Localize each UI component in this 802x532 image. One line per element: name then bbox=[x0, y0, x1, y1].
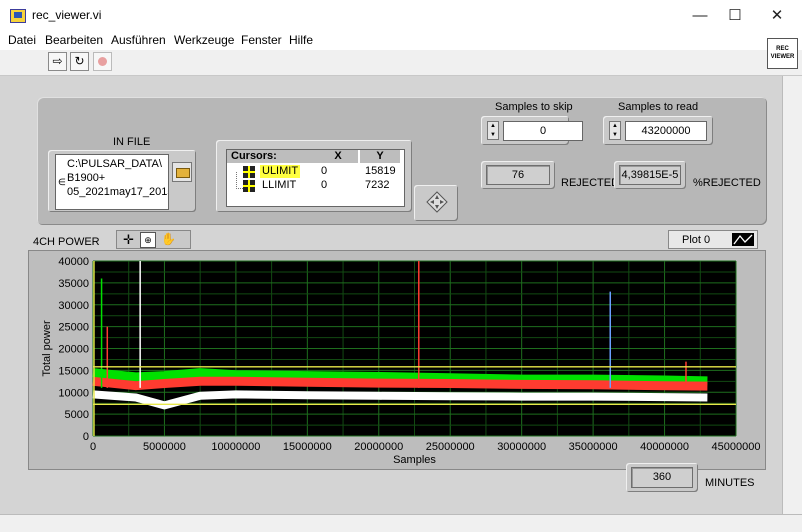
path-line-3: 05_2021may17_2015 bbox=[67, 186, 169, 198]
plot-legend[interactable]: Plot 0 bbox=[668, 230, 758, 249]
window-title: rec_viewer.vi bbox=[32, 8, 102, 22]
y-tick-label: 0 bbox=[83, 431, 89, 443]
y-tick-label: 15000 bbox=[58, 365, 89, 377]
y-tick-label: 20000 bbox=[58, 344, 89, 356]
cursor-header-x: X bbox=[318, 150, 358, 163]
pan-hand-icon[interactable]: ✋ bbox=[161, 232, 176, 246]
x-tick-label: 25000000 bbox=[426, 441, 475, 453]
cursor-row-llimit-x: 0 bbox=[321, 179, 328, 191]
minimize-button[interactable]: — bbox=[680, 4, 720, 28]
run-arrow-icon[interactable]: ⇨ bbox=[48, 52, 67, 71]
pct-rejected-indicator: 4,39815E-5 bbox=[619, 165, 681, 185]
y-axis-label: Total power bbox=[41, 320, 53, 377]
samples-to-read-label: Samples to read bbox=[618, 101, 699, 113]
minutes-label: MINUTES bbox=[705, 477, 755, 489]
cursor-row-ulimit-y: 15819 bbox=[365, 165, 396, 177]
samples-to-skip-increment-icon[interactable]: ▲ ▼ bbox=[487, 121, 499, 140]
y-tick-label: 40000 bbox=[58, 256, 89, 268]
close-button[interactable]: ✕ bbox=[757, 4, 797, 28]
path-line-1: C:\PULSAR_DATA\ bbox=[67, 158, 162, 170]
path-line-2: B1900+ bbox=[67, 172, 106, 184]
x-tick-label: 30000000 bbox=[497, 441, 546, 453]
vertical-scrollbar[interactable] bbox=[782, 76, 802, 514]
abort-execution-icon[interactable] bbox=[93, 52, 112, 71]
y-tick-label: 30000 bbox=[58, 300, 89, 312]
samples-to-skip-label: Samples to skip bbox=[495, 101, 573, 113]
menu-bearbeiten[interactable]: Bearbeiten bbox=[45, 33, 103, 47]
in-file-path-control[interactable]: C:\PULSAR_DATA\ B1900+ 05_2021may17_2015… bbox=[55, 154, 169, 210]
vi-icon: REC VIEWER bbox=[767, 38, 798, 69]
folder-icon bbox=[176, 168, 190, 178]
labview-app-icon bbox=[10, 9, 26, 23]
cursor-mover-diamond-icon[interactable] bbox=[426, 191, 448, 213]
x-tick-label: 45000000 bbox=[712, 441, 761, 453]
cursor-style-icon[interactable] bbox=[243, 166, 255, 178]
cursor-row-ulimit-x: 0 bbox=[321, 165, 328, 177]
x-tick-label: 40000000 bbox=[640, 441, 689, 453]
in-file-label: IN FILE bbox=[113, 136, 151, 148]
x-axis-label: Samples bbox=[393, 454, 436, 466]
cursor-tree-line bbox=[236, 172, 243, 189]
cursor-row-llimit-y: 7232 bbox=[365, 179, 390, 191]
minutes-indicator: 360 bbox=[631, 467, 693, 488]
vi-icon-line1: REC bbox=[776, 46, 789, 52]
y-tick-label: 10000 bbox=[58, 387, 89, 399]
cursor-header-name: Cursors: bbox=[227, 150, 321, 163]
run-continuously-icon[interactable]: ↻ bbox=[70, 52, 89, 71]
y-tick-label: 5000 bbox=[65, 409, 89, 421]
maximize-button[interactable]: ☐ bbox=[715, 4, 755, 28]
x-tick-label: 35000000 bbox=[569, 441, 618, 453]
cursor-style-icon[interactable] bbox=[243, 180, 255, 192]
menu-hilfe[interactable]: Hilfe bbox=[289, 33, 313, 47]
vi-icon-line2: VIEWER bbox=[770, 54, 795, 60]
samples-to-read-input[interactable]: 43200000 bbox=[625, 121, 707, 141]
series-red-line bbox=[92, 376, 708, 391]
path-type-icon: ∈ bbox=[58, 177, 66, 187]
graph-title: 4CH POWER bbox=[33, 236, 100, 248]
zoom-tool-icon[interactable]: ⊕ bbox=[140, 232, 156, 248]
y-tick-label: 35000 bbox=[58, 278, 89, 290]
menu-fenster[interactable]: Fenster bbox=[241, 33, 282, 47]
cursor-tool-icon[interactable]: ✛ bbox=[123, 232, 134, 248]
cursor-row-llimit-name[interactable]: LLIMIT bbox=[262, 179, 296, 192]
menu-datei[interactable]: Datei bbox=[8, 33, 36, 47]
rejected-label: REJECTED bbox=[561, 177, 620, 189]
y-tick-label: 25000 bbox=[58, 322, 89, 334]
cursor-row-ulimit-name[interactable]: ULIMIT bbox=[260, 165, 301, 178]
menu-ausfuehren[interactable]: Ausführen bbox=[111, 33, 166, 47]
toolbar bbox=[0, 50, 802, 76]
x-tick-label: 0 bbox=[90, 441, 96, 453]
rejected-count-indicator: 76 bbox=[486, 165, 550, 185]
menu-werkzeuge[interactable]: Werkzeuge bbox=[174, 33, 234, 47]
x-tick-label: 20000000 bbox=[354, 441, 403, 453]
cursor-header-y: Y bbox=[360, 150, 400, 163]
x-tick-label: 5000000 bbox=[143, 441, 186, 453]
graph-palette: ✛ ⊕ ✋ bbox=[116, 230, 191, 249]
samples-to-skip-input[interactable]: 0 bbox=[503, 121, 583, 141]
power-chart[interactable]: 0 5000000 10000000 15000000 20000000 25000000… bbox=[28, 250, 766, 470]
pct-rejected-label: %REJECTED bbox=[693, 177, 761, 189]
browse-folder-button[interactable] bbox=[172, 162, 192, 182]
x-tick-label: 15000000 bbox=[283, 441, 332, 453]
plot-legend-name: Plot 0 bbox=[682, 234, 711, 246]
horizontal-scrollbar[interactable] bbox=[0, 514, 802, 532]
plot-line-style-icon[interactable] bbox=[732, 233, 754, 246]
samples-to-read-increment-icon[interactable]: ▲ ▼ bbox=[609, 121, 621, 140]
x-tick-label: 10000000 bbox=[211, 441, 260, 453]
